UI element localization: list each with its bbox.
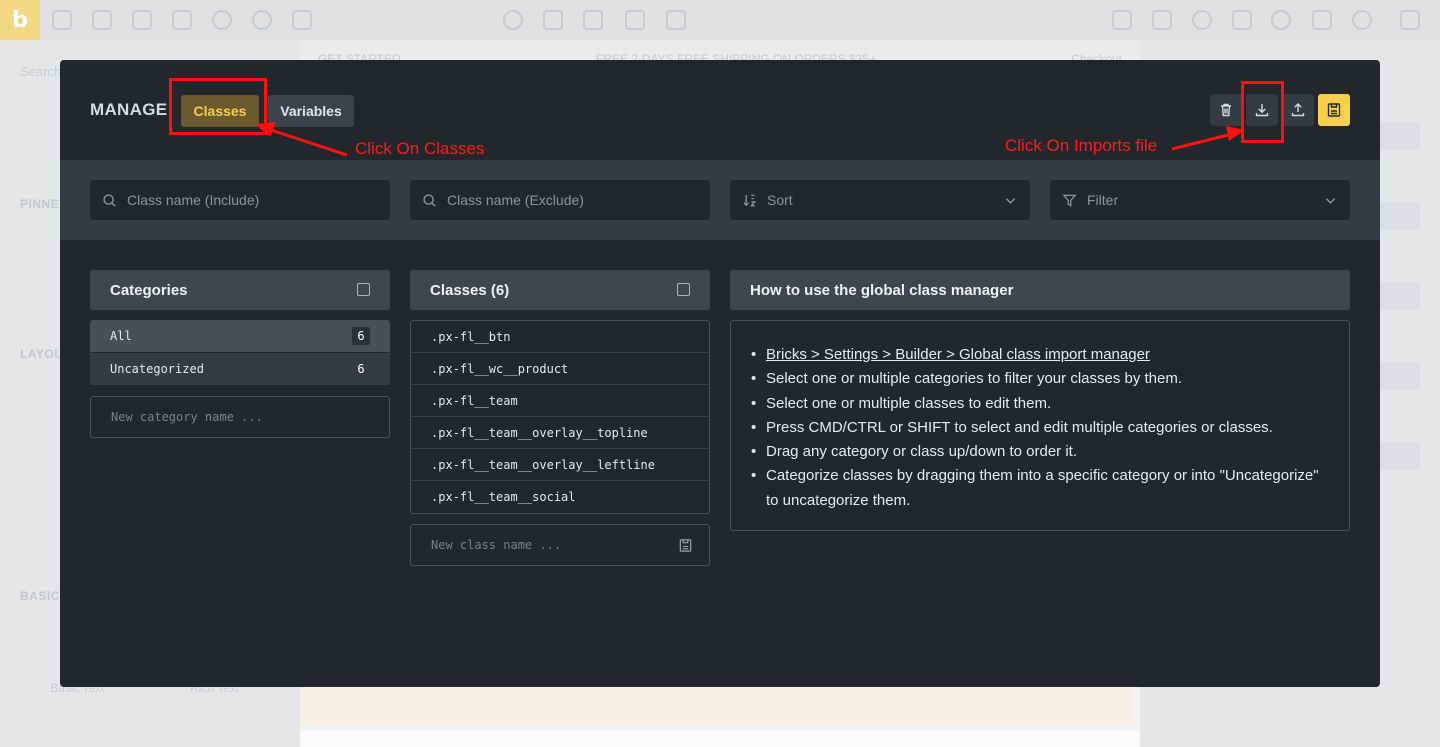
categories-header: Categories <box>90 270 390 310</box>
help-list: Bricks > Settings > Builder > Global cla… <box>751 343 1329 513</box>
save-icon <box>1327 103 1341 117</box>
search-icon <box>103 193 116 207</box>
new-class-input[interactable]: New class name ... <box>410 524 710 566</box>
trash-icon <box>1221 103 1231 117</box>
help-icon[interactable] <box>252 10 272 30</box>
class-exclude-search[interactable]: Class name (Exclude) <box>410 180 710 220</box>
help-title: How to use the global class manager <box>750 281 1014 299</box>
classes-list: .px-fl__btn .px-fl__wc__product .px-fl__… <box>410 320 710 514</box>
sort-icon <box>743 194 757 206</box>
category-count-badge: 6 <box>352 327 370 345</box>
elements-search[interactable]: Search <box>20 64 61 79</box>
classes-select-all-checkbox[interactable] <box>677 283 690 296</box>
annotation-highlight-import <box>1241 81 1284 143</box>
undo-icon[interactable] <box>1112 10 1132 30</box>
help-item: Bricks > Settings > Builder > Global cla… <box>751 343 1329 368</box>
class-include-search[interactable]: Class name (Include) <box>90 180 390 220</box>
class-item[interactable]: .px-fl__btn <box>411 321 709 353</box>
category-name: All <box>110 329 132 343</box>
sort-select[interactable]: Sort <box>730 180 1030 220</box>
class-item[interactable]: .px-fl__team__overlay__leftline <box>411 449 709 481</box>
bricks-logo[interactable]: b <box>0 0 40 40</box>
classes-header: Classes (6) <box>410 270 710 310</box>
laptop-icon[interactable] <box>583 10 603 30</box>
tab-variables[interactable]: Variables <box>268 95 354 127</box>
class-item[interactable]: .px-fl__team__overlay__topline <box>411 417 709 449</box>
section-label: BASIC <box>20 589 60 603</box>
folder-icon[interactable] <box>172 10 192 30</box>
exclude-placeholder: Class name (Exclude) <box>447 192 584 208</box>
template-icon[interactable] <box>92 10 112 30</box>
category-item-all[interactable]: All 6 <box>90 320 390 353</box>
filter-label: Filter <box>1087 192 1119 208</box>
external-link-icon[interactable] <box>1312 10 1332 30</box>
import-manager-link[interactable]: Bricks > Settings > Builder > Global cla… <box>766 346 1150 363</box>
desktop-icon[interactable] <box>543 10 563 30</box>
redo-icon[interactable] <box>1152 10 1172 30</box>
new-class-placeholder: New class name ... <box>431 538 562 552</box>
upload-icon <box>1291 103 1305 117</box>
mobile-icon[interactable] <box>666 10 686 30</box>
builder-toolbar: b <box>0 0 1440 40</box>
save-icon[interactable] <box>678 538 693 553</box>
canvas-section <box>300 685 1133 725</box>
modal-title: MANAGE <box>90 100 168 119</box>
layers-icon[interactable] <box>1232 10 1252 30</box>
annotation-import-note: Click On Imports file <box>1005 136 1158 155</box>
category-name: Uncategorized <box>110 362 204 376</box>
help-content: Bricks > Settings > Builder > Global cla… <box>730 320 1350 531</box>
class-item[interactable]: .px-fl__team__social <box>411 481 709 513</box>
annotation-highlight-classes <box>169 78 267 135</box>
chevron-down-icon <box>1325 198 1336 204</box>
save-button[interactable] <box>1318 94 1350 126</box>
search-icon[interactable] <box>503 10 523 30</box>
tablet-icon[interactable] <box>625 10 645 30</box>
categories-list: All 6 Uncategorized 6 <box>90 320 390 386</box>
categories-title: Categories <box>110 281 188 299</box>
wordpress-icon[interactable] <box>1271 10 1291 30</box>
category-item-uncategorized[interactable]: Uncategorized 6 <box>90 353 390 385</box>
category-count-badge: 6 <box>357 362 365 376</box>
help-item: Select one or multiple categories to fil… <box>751 367 1329 392</box>
classes-title: Classes (6) <box>430 281 510 299</box>
filter-icon <box>1062 194 1077 207</box>
canvas-footer <box>300 730 1140 747</box>
new-category-placeholder: New category name ... <box>111 410 263 424</box>
history-icon[interactable] <box>1192 10 1212 30</box>
save-icon[interactable] <box>1400 10 1420 30</box>
class-item[interactable]: .px-fl__team <box>411 385 709 417</box>
help-item: Press CMD/CTRL or SHIFT to select and ed… <box>751 416 1329 441</box>
help-item: Categorize classes by dragging them into… <box>751 464 1329 513</box>
annotation-classes-note: Click On Classes <box>355 139 485 158</box>
chevron-down-icon <box>1005 198 1016 204</box>
filter-bar: Class name (Include) Class name (Exclude… <box>60 160 1380 240</box>
new-category-input[interactable]: New category name ... <box>90 396 390 438</box>
help-item: Select one or multiple classes to edit t… <box>751 392 1329 417</box>
help-item: Drag any category or class up/down to or… <box>751 440 1329 465</box>
add-icon[interactable] <box>292 10 312 30</box>
help-header: How to use the global class manager <box>730 270 1350 310</box>
delete-button[interactable] <box>1210 94 1242 126</box>
include-placeholder: Class name (Include) <box>127 192 260 208</box>
categories-select-all-checkbox[interactable] <box>357 283 370 296</box>
search-icon <box>423 193 436 207</box>
class-manager-modal: MANAGE Classes Variables Class name (Inc… <box>60 60 1380 687</box>
preview-icon[interactable] <box>1352 10 1372 30</box>
sort-label: Sort <box>767 192 793 208</box>
select-icon[interactable] <box>52 10 72 30</box>
class-item[interactable]: .px-fl__wc__product <box>411 353 709 385</box>
export-button[interactable] <box>1282 94 1314 126</box>
pages-icon[interactable] <box>132 10 152 30</box>
settings-icon[interactable] <box>212 10 232 30</box>
filter-select[interactable]: Filter <box>1050 180 1350 220</box>
